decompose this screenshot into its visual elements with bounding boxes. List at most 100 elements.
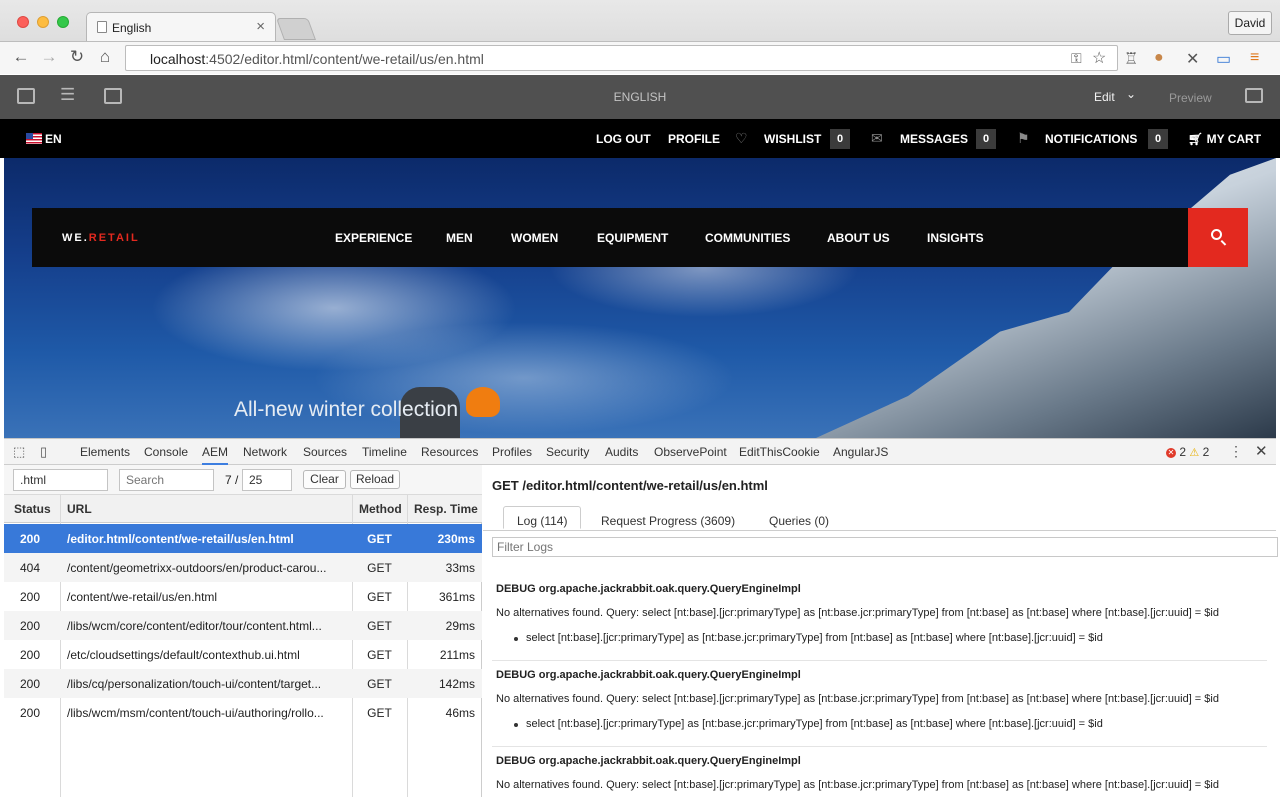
table-row[interactable]: 200/etc/cloudsettings/default/contexthub… — [4, 640, 482, 669]
table-row[interactable]: 200/editor.html/content/we-retail/us/en.… — [4, 524, 482, 553]
chevron-down-icon[interactable]: ⌄ — [1126, 87, 1136, 101]
error-warning-counter[interactable]: ✕ 2 ⚠ 2 — [1166, 445, 1209, 459]
column-url[interactable]: URL — [67, 502, 92, 516]
wishlist-link[interactable]: WISHLIST — [764, 132, 821, 146]
tab-resources[interactable]: Resources — [421, 445, 478, 459]
nav-item-communities[interactable]: COMMUNITIES — [705, 231, 790, 245]
tab-editthiscookie[interactable]: EditThisCookie — [739, 445, 820, 459]
site-search-button[interactable] — [1188, 208, 1248, 267]
reload-button[interactable]: Reload — [350, 470, 400, 489]
nav-item-insights[interactable]: INSIGHTS — [927, 231, 984, 245]
cart-icon: 🛒︎ — [1188, 132, 1204, 146]
tab-profiles[interactable]: Profiles — [492, 445, 532, 459]
column-resp-time[interactable]: Resp. Time — [414, 502, 478, 516]
url-filter-input[interactable] — [13, 469, 108, 491]
messages-link[interactable]: MESSAGES — [900, 132, 968, 146]
logout-link[interactable]: LOG OUT — [596, 132, 651, 146]
filter-logs-input[interactable] — [492, 537, 1278, 557]
annotations-icon[interactable] — [1245, 88, 1263, 103]
close-window-button[interactable] — [17, 16, 29, 28]
aem-editor-bar: ☰ ENGLISH Edit ⌄ Preview — [0, 75, 1280, 119]
nav-item-women[interactable]: WOMEN — [511, 231, 558, 245]
cell-status: 404 — [20, 561, 41, 575]
hero-caption: All-new winter collection — [234, 398, 459, 421]
screen-icon[interactable]: ▭ — [1216, 49, 1231, 69]
nav-item-equipment[interactable]: EQUIPMENT — [597, 231, 668, 245]
device-mode-icon[interactable]: ▯ — [40, 444, 47, 460]
tab-observepoint[interactable]: ObservePoint — [654, 445, 727, 459]
bookmark-star-icon[interactable]: ☆ — [1092, 48, 1106, 68]
nav-item-about-us[interactable]: ABOUT US — [827, 231, 890, 245]
table-row[interactable]: 200/libs/cq/personalization/touch-ui/con… — [4, 669, 482, 698]
back-icon[interactable]: ← — [10, 47, 32, 67]
table-row[interactable]: 200/libs/wcm/core/content/editor/tour/co… — [4, 611, 482, 640]
inspect-element-icon[interactable]: ⬚ — [13, 444, 25, 460]
log-level-header: DEBUG org.apache.jackrabbit.oak.query.Qu… — [496, 583, 801, 595]
tab-title: English — [112, 21, 152, 35]
cell-url: /content/geometrixx-outdoors/en/product-… — [67, 561, 327, 575]
tab-audits[interactable]: Audits — [605, 445, 638, 459]
language-selector[interactable]: EN — [45, 132, 62, 146]
column-method[interactable]: Method — [359, 502, 402, 516]
tab-console[interactable]: Console — [144, 445, 188, 459]
maximize-window-button[interactable] — [57, 16, 69, 28]
tab-timeline[interactable]: Timeline — [362, 445, 407, 459]
menu-icon[interactable]: ≡ — [1250, 49, 1259, 67]
messages-count-badge: 0 — [976, 129, 996, 149]
mode-selector[interactable]: Edit — [1094, 90, 1115, 104]
envelope-icon: ✉ — [871, 130, 883, 146]
nav-item-men[interactable]: MEN — [446, 231, 473, 245]
search-input[interactable] — [119, 469, 214, 491]
nav-item-experience[interactable]: EXPERIENCE — [335, 231, 412, 245]
cookie-icon[interactable]: ● — [1154, 49, 1164, 67]
tab-angularjs[interactable]: AngularJS — [833, 445, 888, 459]
log-message: No alternatives found. Query: select [nt… — [496, 693, 1219, 705]
cell-url: /editor.html/content/we-retail/us/en.htm… — [67, 532, 294, 546]
tab-network[interactable]: Network — [243, 445, 287, 459]
table-row[interactable]: 200/content/we-retail/us/en.html GET 361ms — [4, 582, 482, 611]
more-options-icon[interactable]: ⋮ — [1229, 443, 1243, 460]
cell-method: GET — [367, 648, 392, 662]
log-level-header: DEBUG org.apache.jackrabbit.oak.query.Qu… — [496, 755, 801, 767]
cell-status: 200 — [20, 590, 41, 604]
table-row[interactable]: 200/libs/wcm/msm/content/touch-ui/author… — [4, 698, 482, 727]
reload-icon[interactable]: ↻ — [66, 47, 88, 67]
browser-tab[interactable]: English × — [86, 12, 276, 41]
cell-status: 200 — [20, 677, 41, 691]
we-retail-logo[interactable]: WE.RETAIL — [62, 232, 140, 244]
minimize-window-button[interactable] — [37, 16, 49, 28]
extension-cup-icon[interactable]: ♖ — [1124, 49, 1138, 69]
forward-icon[interactable]: → — [38, 47, 60, 67]
devtools-tab-bar: ⬚ ▯ Elements Console AEM Network Sources… — [4, 439, 1276, 465]
cart-link[interactable]: 🛒︎ MY CART — [1188, 132, 1261, 146]
url-text: localhost:4502/editor.html/content/we-re… — [150, 51, 484, 67]
address-bar[interactable]: localhost:4502/editor.html/content/we-re… — [125, 45, 1118, 71]
profile-link[interactable]: PROFILE — [668, 132, 720, 146]
tab-log[interactable]: Log (114) — [503, 506, 582, 529]
tab-request-progress[interactable]: Request Progress (3609) — [588, 509, 748, 532]
tab-aem[interactable]: AEM — [202, 445, 229, 465]
home-icon[interactable]: ⌂ — [94, 47, 116, 67]
new-tab-button[interactable] — [275, 18, 317, 40]
column-status[interactable]: Status — [14, 502, 51, 516]
tab-queries[interactable]: Queries (0) — [756, 509, 842, 532]
flag-icon: ⚑ — [1017, 130, 1030, 146]
close-tab-icon[interactable]: × — [256, 18, 265, 35]
tab-elements[interactable]: Elements — [80, 445, 130, 459]
cell-time: 230ms — [437, 532, 475, 546]
profile-button[interactable]: David — [1228, 11, 1272, 35]
page-total-input[interactable] — [242, 469, 292, 491]
log-entry: DEBUG org.apache.jackrabbit.oak.query.Qu… — [496, 669, 1266, 731]
tab-security[interactable]: Security — [546, 445, 589, 459]
table-row[interactable]: 404/content/geometrixx-outdoors/en/produ… — [4, 553, 482, 582]
cell-time: 29ms — [445, 619, 475, 633]
key-icon[interactable]: ⚿ — [1071, 50, 1082, 67]
cell-url: /libs/wcm/msm/content/touch-ui/authoring… — [67, 706, 324, 720]
tools-icon[interactable]: ✕ — [1186, 49, 1199, 69]
preview-button[interactable]: Preview — [1169, 91, 1212, 105]
notifications-link[interactable]: NOTIFICATIONS — [1045, 132, 1137, 146]
tab-sources[interactable]: Sources — [303, 445, 347, 459]
close-devtools-icon[interactable]: ✕ — [1255, 442, 1268, 460]
cell-method: GET — [367, 619, 392, 633]
clear-button[interactable]: Clear — [303, 470, 346, 489]
